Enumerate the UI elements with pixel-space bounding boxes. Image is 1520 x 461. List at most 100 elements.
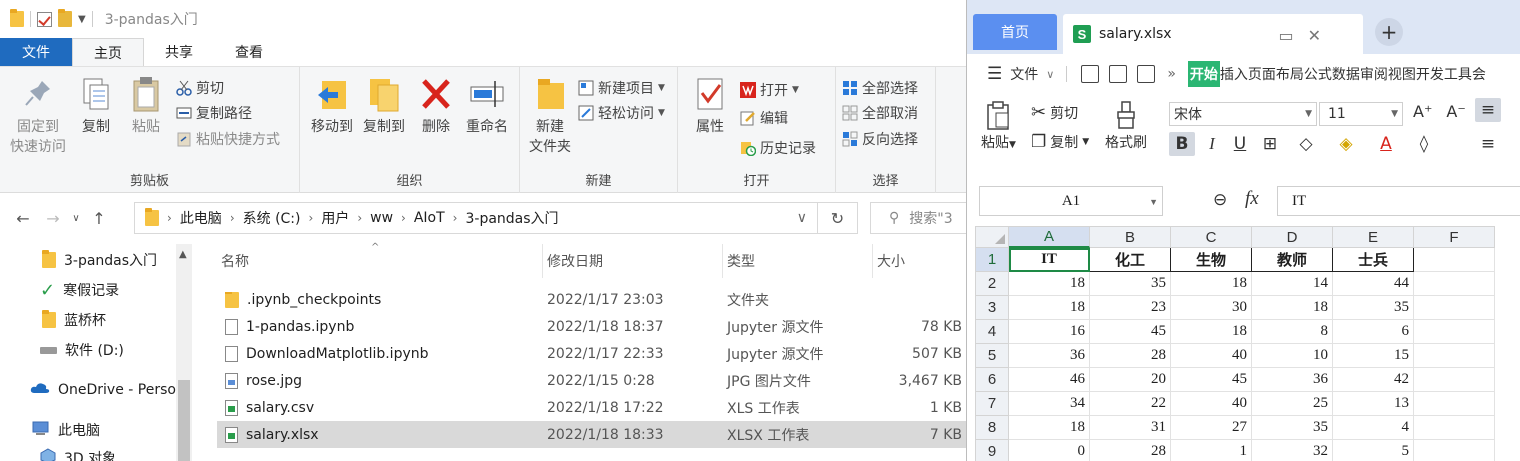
row-header-8[interactable]: 8 [975,416,1009,440]
column-header-name[interactable]: 名称 ^ [217,242,543,278]
cell-a8[interactable]: 18 [1009,416,1090,440]
new-tab-button[interactable]: + [1375,18,1403,46]
close-icon[interactable]: ✕ [1308,26,1321,45]
borders-icon[interactable]: ⊞ [1257,132,1283,156]
cell-b7[interactable]: 22 [1090,392,1171,416]
cell-b1[interactable]: 化工 [1090,248,1171,272]
breadcrumb-separator-icon[interactable]: › [357,211,362,225]
underline-icon[interactable]: U [1227,132,1253,156]
forward-arrow-icon[interactable]: → [38,209,68,228]
nav-pane-scrollbar[interactable]: ▲ [176,244,192,461]
easy-access-button[interactable]: 轻松访问 ▼ [578,102,665,124]
quick-access-dropdown-icon[interactable]: ▼ [78,14,86,25]
breadcrumb-current[interactable]: 3-pandas入门 [465,208,558,228]
nav-item-3d-objects[interactable]: 3D 对象 [40,446,116,461]
pin-to-quick-access-button[interactable]: 固定到 快速访问 [6,75,70,157]
cell-d1[interactable]: 教师 [1252,248,1333,272]
cell-d8[interactable]: 35 [1252,416,1333,440]
cell-style-icon[interactable]: ◇ [1293,132,1319,156]
hamburger-menu-icon[interactable]: ☰ [987,64,1002,84]
cell-a5[interactable]: 36 [1009,344,1090,368]
cell-b8[interactable]: 31 [1090,416,1171,440]
increase-font-icon[interactable]: A⁺ [1413,102,1432,121]
chevron-down-icon[interactable]: ▼ [1149,197,1158,207]
format-painter-button[interactable]: 格式刷 [1105,100,1147,152]
row-header-7[interactable]: 7 [975,392,1009,416]
cell-e5[interactable]: 15 [1333,344,1414,368]
column-header-e[interactable]: E [1333,226,1414,248]
breadcrumb-separator-icon[interactable]: › [401,211,406,225]
copy-button[interactable]: ❐ 复制 ▼ [1031,132,1089,152]
clear-format-icon[interactable]: ◊ [1411,132,1437,156]
breadcrumb-separator-icon[interactable]: › [230,211,235,225]
cell-d2[interactable]: 14 [1252,272,1333,296]
tab-view[interactable]: 查看 [214,38,284,66]
nav-item-lanqiao[interactable]: 蓝桥杯 [42,308,106,332]
cell-b4[interactable]: 45 [1090,320,1171,344]
cell-c6[interactable]: 45 [1171,368,1252,392]
name-box[interactable]: A1 ▼ [979,186,1163,216]
file-row[interactable]: .ipynb_checkpoints 2022/1/17 23:03 文件夹 [217,286,966,313]
formula-input[interactable]: IT [1277,186,1520,216]
cell-f2[interactable] [1414,272,1495,296]
cell-c1[interactable]: 生物 [1171,248,1252,272]
copy-path-button[interactable]: 复制路径 [176,102,252,124]
breadcrumb-system-c[interactable]: 系统 (C:) [243,208,301,228]
cell-d3[interactable]: 18 [1252,296,1333,320]
cell-a1[interactable]: IT [1009,248,1090,272]
address-input[interactable]: › 此电脑 › 系统 (C:) › 用户 › ww › AIoT › 3-pan… [134,202,818,234]
align-left-icon[interactable]: ≡ [1475,132,1501,156]
cell-e8[interactable]: 4 [1333,416,1414,440]
copy-to-button[interactable]: 复制到 [356,75,412,137]
properties-button[interactable]: 属性 [688,75,732,137]
column-header-size[interactable]: 大小 [873,244,966,278]
cell-d9[interactable]: 32 [1252,440,1333,461]
search-input[interactable]: ⚲ 搜索"3 [870,202,966,234]
cell-f8[interactable] [1414,416,1495,440]
cell-f5[interactable] [1414,344,1495,368]
cell-a6[interactable]: 46 [1009,368,1090,392]
chevron-down-icon[interactable]: ▼ [1391,109,1398,119]
column-header-type[interactable]: 类型 [723,244,873,278]
align-top-icon[interactable]: ≡ [1475,98,1501,122]
row-header-6[interactable]: 6 [975,368,1009,392]
row-header-1[interactable]: 1 [975,248,1009,272]
tab-share[interactable]: 共享 [144,38,214,66]
paste-button[interactable]: 粘贴 [126,75,166,137]
cell-b5[interactable]: 28 [1090,344,1171,368]
more-chevron-icon[interactable]: » [1167,66,1176,82]
scrollbar-thumb[interactable] [178,380,190,461]
breadcrumb-aiot[interactable]: AIoT [414,210,445,226]
paste-shortcut-button[interactable]: 粘贴快捷方式 [176,128,280,150]
row-header-4[interactable]: 4 [975,320,1009,344]
file-row-selected[interactable]: salary.xlsx 2022/1/18 18:33 XLSX 工作表 7 K… [217,421,966,448]
up-arrow-icon[interactable]: ↑ [84,209,114,228]
cut-button[interactable]: 剪切 [176,77,224,99]
tab-home-page[interactable]: 首页 [973,14,1057,50]
cell-a3[interactable]: 18 [1009,296,1090,320]
menu-start[interactable]: 开始 [1187,61,1220,87]
column-header-f[interactable]: F [1414,226,1495,248]
properties-check-icon[interactable] [37,11,52,27]
tab-document[interactable]: S salary.xlsx ▭ ✕ [1063,14,1363,54]
cell-f7[interactable] [1414,392,1495,416]
cell-b6[interactable]: 20 [1090,368,1171,392]
cell-f3[interactable] [1414,296,1495,320]
column-header-c[interactable]: C [1171,226,1252,248]
cell-e3[interactable]: 35 [1333,296,1414,320]
scroll-up-arrow-icon[interactable]: ▲ [179,249,187,260]
cell-f1[interactable] [1414,248,1495,272]
refresh-button[interactable]: ↻ [818,202,858,234]
breadcrumb-separator-icon[interactable]: › [453,211,458,225]
cell-a4[interactable]: 16 [1009,320,1090,344]
menu-file[interactable]: 文件 [1010,64,1038,84]
font-color-icon[interactable]: A [1373,132,1399,156]
cell-d7[interactable]: 25 [1252,392,1333,416]
move-to-button[interactable]: 移动到 [304,75,360,137]
delete-button[interactable]: 删除 [416,75,456,137]
new-folder-button[interactable]: 新建 文件夹 [524,75,576,157]
cell-e2[interactable]: 44 [1333,272,1414,296]
breadcrumb-ww[interactable]: ww [370,210,393,226]
cell-e7[interactable]: 13 [1333,392,1414,416]
nav-item-winter[interactable]: ✓ 寒假记录 [40,278,119,302]
